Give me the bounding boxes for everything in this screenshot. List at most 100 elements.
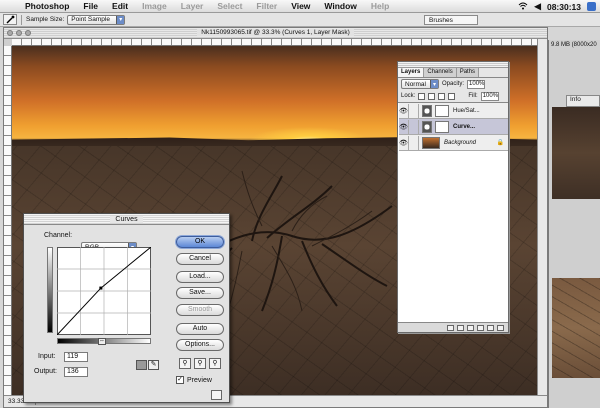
curves-titlebar[interactable]: Curves: [24, 214, 229, 225]
eye-icon[interactable]: 👁: [399, 135, 409, 150]
layers-palette: Layers Channels Paths Normal ▾ Opacity: …: [397, 61, 509, 333]
blend-mode-select[interactable]: Normal ▾: [401, 79, 439, 89]
tab-channels[interactable]: Channels: [424, 68, 457, 77]
eye-icon[interactable]: 👁: [399, 119, 409, 134]
menu-select[interactable]: Select: [210, 1, 249, 11]
vertical-scrollbar[interactable]: [537, 39, 547, 395]
opacity-field[interactable]: 100%: [467, 79, 486, 89]
pencil-tool-icon[interactable]: ✎: [148, 360, 159, 370]
menu-image[interactable]: Image: [135, 1, 174, 11]
menu-edit[interactable]: Edit: [105, 1, 135, 11]
sample-size-select[interactable]: Point Sample ▾: [67, 14, 126, 25]
photoshop-app-icon[interactable]: [587, 2, 596, 11]
layer-name: Curve...: [453, 123, 476, 130]
menu-file[interactable]: File: [76, 1, 105, 11]
layers-palette-footer: [398, 322, 508, 332]
menu-filter[interactable]: Filter: [249, 1, 284, 11]
info-palette-tab[interactable]: Info: [566, 95, 600, 107]
output-label: Output:: [34, 368, 57, 375]
layer-link-slot[interactable]: [409, 103, 419, 118]
gradient-flip-icon[interactable]: ⇔: [98, 338, 106, 345]
layers-list: 👁 Hue/Sat... 👁 Curve... 👁 Background 🔒: [398, 102, 508, 324]
new-layer-icon[interactable]: [487, 324, 494, 331]
preview-toggle[interactable]: ✓ Preview: [176, 376, 212, 384]
options-button[interactable]: Options...: [176, 339, 224, 351]
blend-opacity-row: Normal ▾ Opacity: 100%: [398, 78, 508, 90]
preview-label: Preview: [187, 376, 212, 384]
zoom-window-icon[interactable]: [25, 30, 31, 36]
curves-title: Curves: [110, 216, 143, 223]
lock-pixels-icon[interactable]: [428, 92, 436, 100]
layer-link-slot[interactable]: [409, 135, 419, 150]
minimize-window-icon[interactable]: [16, 30, 22, 36]
curve-graph[interactable]: [57, 247, 151, 335]
fill-field[interactable]: 100%: [480, 91, 499, 101]
close-window-icon[interactable]: [7, 30, 13, 36]
menubar-clock[interactable]: 08:30:13: [547, 2, 581, 12]
tab-layers[interactable]: Layers: [398, 68, 425, 77]
menu-layer[interactable]: Layer: [174, 1, 211, 11]
menu-bar: Photoshop File Edit Image Layer Select F…: [0, 0, 600, 13]
menu-help[interactable]: Help: [364, 1, 396, 11]
lock-label: Lock:: [401, 93, 416, 99]
gray-eyedropper-icon[interactable]: ⚲: [194, 358, 206, 369]
layer-mask-thumbnail[interactable]: [435, 120, 449, 133]
lock-all-icon[interactable]: [448, 92, 456, 100]
vertical-ruler[interactable]: [4, 46, 12, 395]
lock-transparency-icon[interactable]: [418, 92, 426, 100]
background-doc-info: 9.8 MB (8000x20: [551, 42, 597, 48]
wifi-icon[interactable]: [518, 2, 528, 12]
eyedropper-tool-icon[interactable]: [3, 14, 17, 25]
menubar-extras: ◀ 08:30:13: [518, 0, 596, 13]
menu-window[interactable]: Window: [317, 1, 364, 11]
brushes-palette-tab[interactable]: Brushes: [424, 15, 478, 25]
layer-name: Hue/Sat...: [453, 107, 480, 114]
preview-checkbox[interactable]: ✓: [176, 376, 184, 384]
mask-edit-icon[interactable]: [409, 119, 419, 134]
layer-row[interactable]: 👁 Hue/Sat...: [399, 103, 508, 119]
trash-icon[interactable]: [497, 324, 504, 331]
sample-size-value: Point Sample: [71, 16, 110, 23]
eye-icon[interactable]: 👁: [399, 103, 409, 118]
options-divider: [21, 14, 22, 25]
black-eyedropper-icon[interactable]: ⚲: [179, 358, 191, 369]
add-mask-icon[interactable]: [457, 324, 464, 331]
lock-icon: 🔒: [496, 140, 504, 146]
curve-tool-icon[interactable]: [136, 360, 147, 370]
curve-control-point[interactable]: [99, 286, 103, 290]
smooth-button[interactable]: Smooth: [176, 304, 224, 316]
eyedropper-group: ⚲ ⚲ ⚲: [179, 358, 221, 369]
menu-view[interactable]: View: [284, 1, 317, 11]
layer-mask-thumbnail[interactable]: [435, 104, 449, 117]
new-set-icon[interactable]: [467, 324, 474, 331]
app-menu[interactable]: Photoshop: [18, 1, 76, 11]
adjustment-layer-icon: [422, 120, 432, 133]
output-gradient-bar: [47, 247, 53, 333]
ok-button[interactable]: OK: [176, 236, 224, 248]
sample-size-label: Sample Size:: [26, 16, 65, 23]
cancel-button[interactable]: Cancel: [176, 253, 224, 265]
horizontal-ruler[interactable]: [12, 39, 537, 46]
blend-mode-value: Normal: [405, 80, 426, 88]
resize-grip-icon[interactable]: [211, 390, 222, 400]
layer-style-icon[interactable]: [447, 324, 454, 331]
layer-thumbnail: [422, 136, 440, 149]
new-adjustment-layer-icon[interactable]: [477, 324, 484, 331]
tab-paths[interactable]: Paths: [456, 68, 480, 77]
channel-label: Channel:: [44, 232, 73, 239]
save-button[interactable]: Save...: [176, 287, 224, 299]
white-eyedropper-icon[interactable]: ⚲: [209, 358, 221, 369]
lock-fill-row: Lock: Fill: 100%: [398, 90, 508, 102]
volume-icon[interactable]: ◀: [534, 1, 541, 12]
input-field[interactable]: 119: [64, 352, 88, 362]
document-titlebar[interactable]: Nk1150993065.tif @ 33.3% (Curves 1, Laye…: [4, 28, 547, 39]
layer-row[interactable]: 👁 Background 🔒: [399, 135, 508, 151]
layer-row[interactable]: 👁 Curve...: [399, 119, 508, 135]
fill-label: Fill:: [468, 93, 478, 99]
auto-button[interactable]: Auto: [176, 323, 224, 335]
load-button[interactable]: Load...: [176, 271, 224, 283]
chevron-down-icon: ▾: [430, 80, 438, 88]
output-field[interactable]: 136: [64, 367, 88, 377]
lock-position-icon[interactable]: [438, 92, 446, 100]
input-label: Input:: [38, 353, 56, 360]
